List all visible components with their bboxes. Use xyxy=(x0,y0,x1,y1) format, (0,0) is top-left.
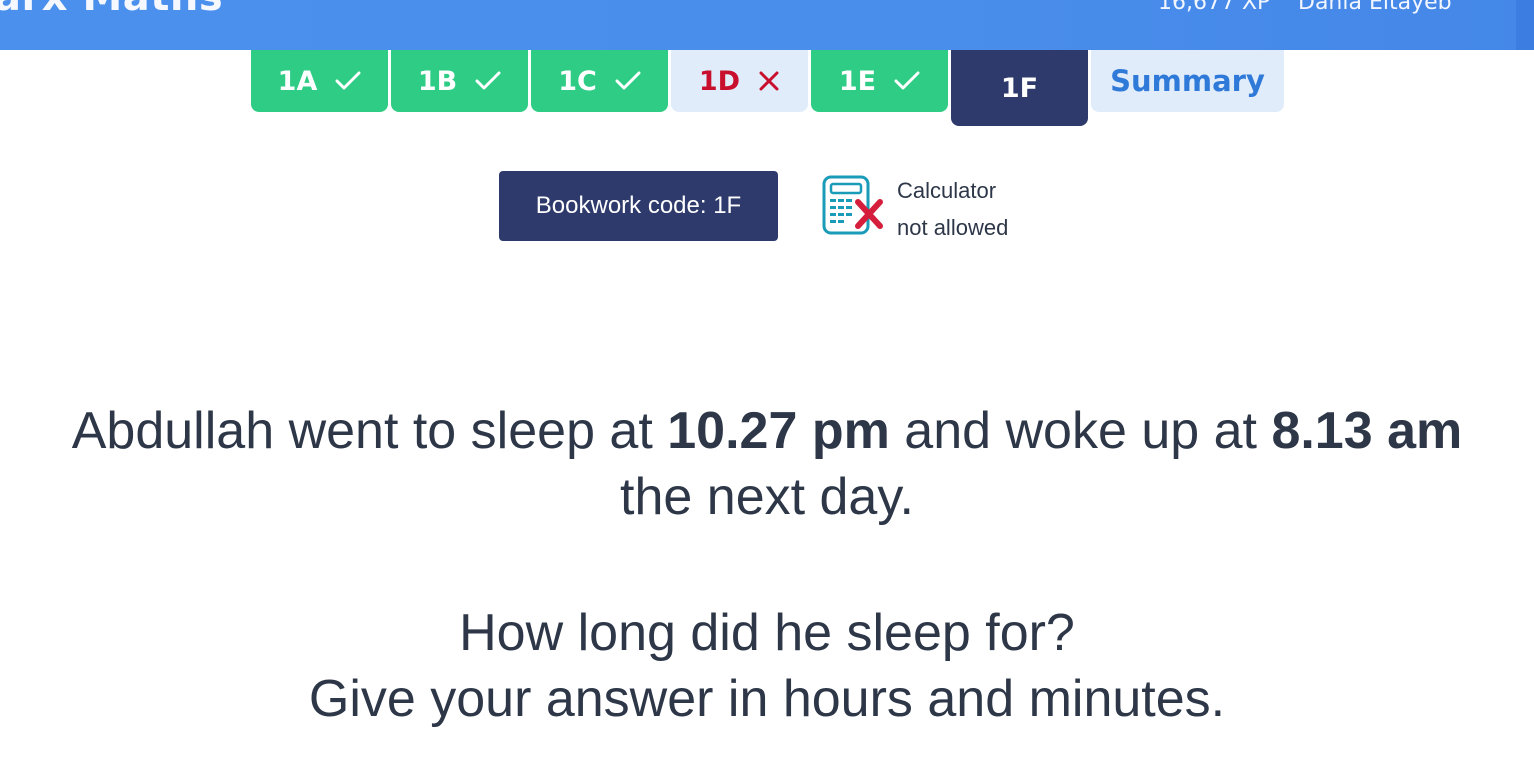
calculator-line-1: Calculator xyxy=(897,178,997,203)
question-line-2: the next day. xyxy=(620,468,914,526)
question-ask: How long did he sleep for? xyxy=(459,604,1075,662)
topbar-edge xyxy=(1516,0,1534,50)
check-icon xyxy=(335,71,361,90)
tab-1c[interactable]: 1C xyxy=(531,50,668,112)
question-text-part: Abdullah went to sleep at xyxy=(71,402,668,460)
xp-counter: 16,677 XP xyxy=(1158,0,1271,15)
question-prompt: How long did he sleep for? Give your ans… xyxy=(0,600,1534,732)
sleep-time: 10.27 pm xyxy=(667,402,890,460)
tab-label: 1D xyxy=(698,65,741,97)
tab-label: 1A xyxy=(277,65,318,97)
tab-summary[interactable]: Summary xyxy=(1091,50,1284,112)
calculator-line-2: not allowed xyxy=(897,215,1009,240)
tab-1e[interactable]: 1E xyxy=(811,50,948,112)
tab-1a[interactable]: 1A xyxy=(251,50,388,112)
wake-time: 8.13 am xyxy=(1271,402,1463,460)
question-instruction: Give your answer in hours and minutes. xyxy=(308,670,1226,728)
task-tabs: 1A 1B 1C 1D 1E 1F Summary xyxy=(0,50,1534,130)
calculator-not-allowed-icon xyxy=(822,175,883,235)
user-name[interactable]: Dania Eltayeb xyxy=(1298,0,1452,15)
tab-label: 1C xyxy=(558,65,597,97)
tab-label: 1E xyxy=(838,65,877,97)
top-bar: arx Maths 16,677 XP Dania Eltayeb xyxy=(0,0,1534,50)
tab-1b[interactable]: 1B xyxy=(391,50,528,112)
tab-1d[interactable]: 1D xyxy=(671,50,808,112)
calculator-notice: Calculator not allowed xyxy=(897,172,1008,246)
check-icon xyxy=(615,71,641,90)
tab-label: 1F xyxy=(1000,72,1039,104)
tab-1f[interactable]: 1F xyxy=(951,50,1088,126)
check-icon xyxy=(475,71,501,90)
cross-icon xyxy=(759,71,779,91)
tab-label: 1B xyxy=(417,65,458,97)
check-icon xyxy=(894,71,920,90)
question-text-part: and woke up at xyxy=(889,402,1272,460)
question-text: Abdullah went to sleep at 10.27 pm and w… xyxy=(0,398,1534,530)
tab-label: Summary xyxy=(1110,64,1265,98)
bookwork-code: Bookwork code: 1F xyxy=(499,171,778,241)
question-line-1: Abdullah went to sleep at 10.27 pm and w… xyxy=(0,398,1534,464)
brand-logo[interactable]: arx Maths xyxy=(0,0,223,20)
